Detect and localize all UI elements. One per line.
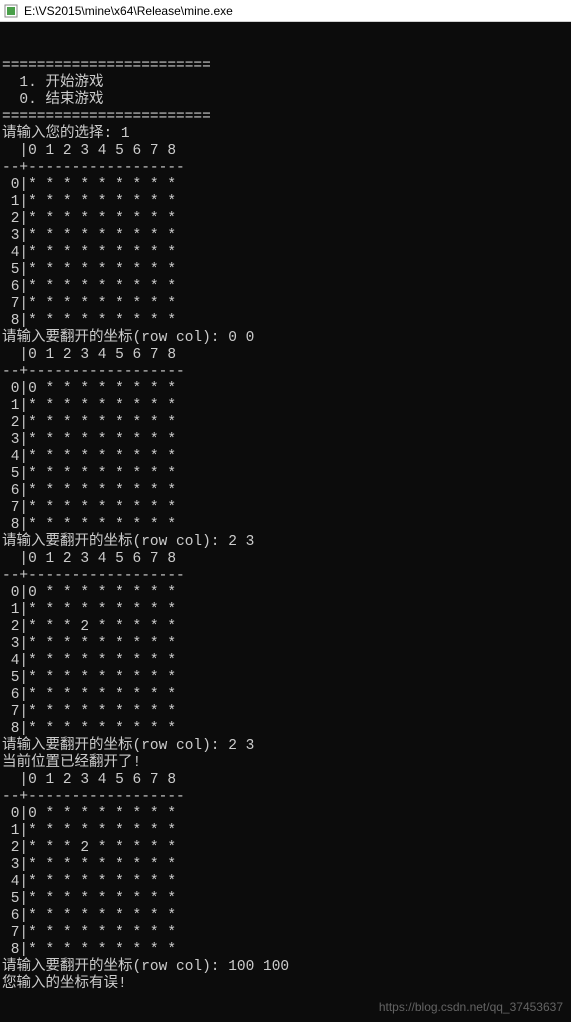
console-line: 2|* * * 2 * * * * * bbox=[2, 619, 571, 636]
console-line: 2|* * * 2 * * * * * bbox=[2, 840, 571, 857]
console-line: 您输入的坐标有误! bbox=[2, 976, 571, 993]
console-line: 请输入要翻开的坐标(row col): 0 0 bbox=[2, 330, 571, 347]
console-output[interactable]: ======================== 1. 开始游戏 0. 结束游戏… bbox=[0, 22, 571, 1022]
console-line: 8|* * * * * * * * * bbox=[2, 721, 571, 738]
console-line: 4|* * * * * * * * * bbox=[2, 653, 571, 670]
window-title: E:\VS2015\mine\x64\Release\mine.exe bbox=[24, 4, 233, 18]
console-line: |0 1 2 3 4 5 6 7 8 bbox=[2, 772, 571, 789]
console-line: 请输入要翻开的坐标(row col): 2 3 bbox=[2, 534, 571, 551]
console-line: --+------------------ bbox=[2, 789, 571, 806]
console-line: 6|* * * * * * * * * bbox=[2, 279, 571, 296]
console-line: 1|* * * * * * * * * bbox=[2, 194, 571, 211]
console-line: 4|* * * * * * * * * bbox=[2, 874, 571, 891]
console-line: 0|0 * * * * * * * * bbox=[2, 381, 571, 398]
console-line: 6|* * * * * * * * * bbox=[2, 483, 571, 500]
console-line: 6|* * * * * * * * * bbox=[2, 908, 571, 925]
console-line: 5|* * * * * * * * * bbox=[2, 262, 571, 279]
console-line: --+------------------ bbox=[2, 364, 571, 381]
console-line: 8|* * * * * * * * * bbox=[2, 942, 571, 959]
console-line: 请输入您的选择: 1 bbox=[2, 126, 571, 143]
console-line: 7|* * * * * * * * * bbox=[2, 296, 571, 313]
console-line: 5|* * * * * * * * * bbox=[2, 891, 571, 908]
console-line: 5|* * * * * * * * * bbox=[2, 466, 571, 483]
console-line: 0|0 * * * * * * * * bbox=[2, 585, 571, 602]
console-line: ======================== bbox=[2, 109, 571, 126]
console-line: 5|* * * * * * * * * bbox=[2, 670, 571, 687]
console-line: |0 1 2 3 4 5 6 7 8 bbox=[2, 551, 571, 568]
console-line: |0 1 2 3 4 5 6 7 8 bbox=[2, 143, 571, 160]
console-line: 0. 结束游戏 bbox=[2, 92, 571, 109]
console-line: 请输入要翻开的坐标(row col): 2 3 bbox=[2, 738, 571, 755]
console-line: 1|* * * * * * * * * bbox=[2, 398, 571, 415]
console-line: 7|* * * * * * * * * bbox=[2, 925, 571, 942]
console-line: 1. 开始游戏 bbox=[2, 75, 571, 92]
watermark-text: https://blog.csdn.net/qq_37453637 bbox=[379, 999, 563, 1016]
console-line: 6|* * * * * * * * * bbox=[2, 687, 571, 704]
console-line: --+------------------ bbox=[2, 568, 571, 585]
console-line: 2|* * * * * * * * * bbox=[2, 415, 571, 432]
console-line: 8|* * * * * * * * * bbox=[2, 313, 571, 330]
console-line: 2|* * * * * * * * * bbox=[2, 211, 571, 228]
console-line: 1|* * * * * * * * * bbox=[2, 823, 571, 840]
console-line: 7|* * * * * * * * * bbox=[2, 704, 571, 721]
console-line: 3|* * * * * * * * * bbox=[2, 432, 571, 449]
console-line: 4|* * * * * * * * * bbox=[2, 245, 571, 262]
console-line: 8|* * * * * * * * * bbox=[2, 517, 571, 534]
console-line: ======================== bbox=[2, 58, 571, 75]
console-line: 1|* * * * * * * * * bbox=[2, 602, 571, 619]
console-line: 4|* * * * * * * * * bbox=[2, 449, 571, 466]
console-line: 0|* * * * * * * * * bbox=[2, 177, 571, 194]
console-line: 3|* * * * * * * * * bbox=[2, 857, 571, 874]
console-line: 3|* * * * * * * * * bbox=[2, 636, 571, 653]
console-line: |0 1 2 3 4 5 6 7 8 bbox=[2, 347, 571, 364]
console-line: 0|0 * * * * * * * * bbox=[2, 806, 571, 823]
window-titlebar[interactable]: E:\VS2015\mine\x64\Release\mine.exe bbox=[0, 0, 571, 22]
console-line: 请输入要翻开的坐标(row col): 100 100 bbox=[2, 959, 571, 976]
console-line: 当前位置已经翻开了! bbox=[2, 755, 571, 772]
console-line: 7|* * * * * * * * * bbox=[2, 500, 571, 517]
app-icon bbox=[4, 4, 18, 18]
console-line: 3|* * * * * * * * * bbox=[2, 228, 571, 245]
console-line: --+------------------ bbox=[2, 160, 571, 177]
